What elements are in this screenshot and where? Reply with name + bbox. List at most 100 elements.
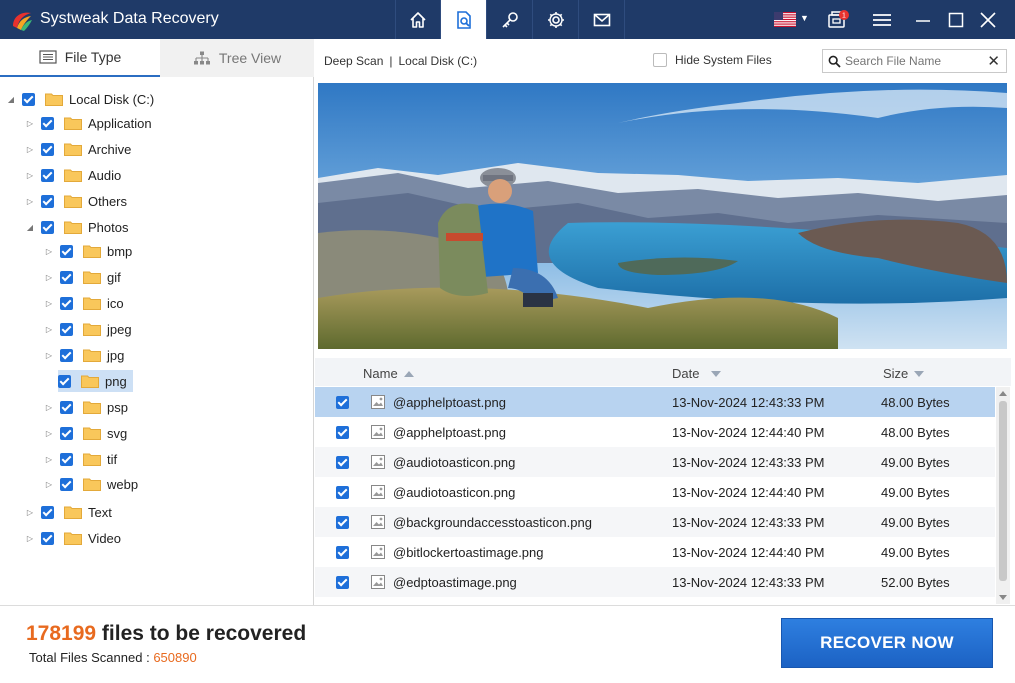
collapse-arrow-icon[interactable]: ◢	[6, 95, 16, 104]
row-checkbox[interactable]	[336, 516, 349, 529]
table-row[interactable]: @backgroundaccesstoasticon.png 13-Nov-20…	[315, 507, 995, 537]
checkbox[interactable]	[41, 220, 54, 234]
scroll-down-icon[interactable]	[999, 595, 1007, 600]
close-icon[interactable]	[977, 9, 999, 31]
expand-arrow-icon[interactable]: ▷	[25, 534, 35, 543]
checkbox[interactable]	[41, 531, 54, 545]
tree-label: Application	[88, 115, 152, 131]
expand-arrow-icon[interactable]: ▷	[44, 403, 54, 412]
table-row[interactable]: @apphelptoast.png 13-Nov-2024 12:44:40 P…	[315, 417, 995, 447]
tree-node-bmp[interactable]: ▷ bmp	[44, 240, 132, 262]
row-checkbox[interactable]	[336, 546, 349, 559]
hide-system-files-toggle[interactable]: Hide System Files	[653, 53, 772, 67]
minimize-icon[interactable]	[912, 9, 934, 31]
clear-search-icon[interactable]: ✕	[987, 52, 1000, 70]
maximize-icon[interactable]	[945, 9, 967, 31]
tree-node-jpeg[interactable]: ▷ jpeg	[44, 318, 132, 340]
tree-node-photos[interactable]: ◢ Photos	[25, 216, 129, 238]
mail-button[interactable]	[579, 0, 625, 39]
tab-tree-view[interactable]: Tree View	[160, 39, 314, 77]
search-input[interactable]	[845, 54, 985, 68]
checkbox[interactable]	[41, 168, 54, 182]
tree-node-video[interactable]: ▷ Video	[25, 527, 121, 549]
license-key-button[interactable]	[487, 0, 533, 39]
tree-node-text[interactable]: ▷ Text	[25, 501, 112, 523]
table-row[interactable]: @audiotoasticon.png 13-Nov-2024 12:43:33…	[315, 447, 995, 477]
checkbox[interactable]	[60, 244, 73, 258]
expand-arrow-icon[interactable]: ▷	[44, 273, 54, 282]
tree-node-svg[interactable]: ▷ svg	[44, 422, 127, 444]
sort-desc-icon[interactable]	[711, 370, 722, 377]
table-row[interactable]: @audiotoasticon.png 13-Nov-2024 12:44:40…	[315, 477, 995, 507]
file-list-scrollbar[interactable]	[996, 387, 1010, 604]
checkbox[interactable]	[60, 477, 73, 491]
row-checkbox[interactable]	[336, 456, 349, 469]
tree-node-png[interactable]: png	[58, 370, 133, 392]
tree-node-others[interactable]: ▷ Others	[25, 190, 127, 212]
scan-button[interactable]	[441, 0, 487, 39]
expand-arrow-icon[interactable]: ▷	[25, 145, 35, 154]
row-checkbox[interactable]	[336, 426, 349, 439]
tree-node-archive[interactable]: ▷ Archive	[25, 138, 131, 160]
collapse-arrow-icon[interactable]: ◢	[25, 223, 35, 232]
column-header-date[interactable]: Date	[672, 366, 722, 381]
row-checkbox[interactable]	[336, 576, 349, 589]
tree-node-application[interactable]: ▷ Application	[25, 112, 152, 134]
checkbox[interactable]	[41, 116, 54, 130]
expand-arrow-icon[interactable]: ▷	[44, 325, 54, 334]
file-size: 49.00 Bytes	[881, 545, 950, 560]
language-caret-icon[interactable]: ▼	[800, 13, 809, 23]
sort-asc-icon[interactable]	[403, 370, 414, 377]
table-row[interactable]: @edptoastimage.png 13-Nov-2024 12:43:33 …	[315, 567, 995, 597]
expand-arrow-icon[interactable]: ▷	[44, 351, 54, 360]
table-row[interactable]: @bitlockertoastimage.png 13-Nov-2024 12:…	[315, 537, 995, 567]
expand-arrow-icon[interactable]: ▷	[25, 197, 35, 206]
checkbox[interactable]	[60, 270, 73, 284]
scroll-up-icon[interactable]	[999, 391, 1007, 396]
tree-node-audio[interactable]: ▷ Audio	[25, 164, 121, 186]
tree-node-tif[interactable]: ▷ tif	[44, 448, 117, 470]
checkbox[interactable]	[60, 348, 73, 362]
recover-now-button[interactable]: RECOVER NOW	[781, 618, 993, 668]
column-header-name[interactable]: Name	[363, 366, 414, 381]
home-button[interactable]	[395, 0, 441, 39]
scrollbar-thumb[interactable]	[999, 401, 1007, 581]
checkbox[interactable]	[60, 426, 73, 440]
checkbox[interactable]	[22, 92, 35, 106]
expand-arrow-icon[interactable]: ▷	[44, 299, 54, 308]
hide-system-files-checkbox[interactable]	[653, 53, 667, 67]
tree-node-jpg[interactable]: ▷ jpg	[44, 344, 124, 366]
expand-arrow-icon[interactable]: ▷	[44, 455, 54, 464]
checkbox[interactable]	[60, 400, 73, 414]
tab-file-type[interactable]: File Type	[0, 39, 160, 77]
table-row[interactable]: @apphelptoast.png 13-Nov-2024 12:43:33 P…	[315, 387, 995, 417]
checkbox[interactable]	[41, 142, 54, 156]
checkbox[interactable]	[41, 505, 54, 519]
row-checkbox[interactable]	[336, 396, 349, 409]
us-flag-icon[interactable]	[774, 12, 796, 27]
expand-arrow-icon[interactable]: ▷	[25, 171, 35, 180]
expand-arrow-icon[interactable]: ▷	[25, 508, 35, 517]
tree-node-ico[interactable]: ▷ ico	[44, 292, 124, 314]
tree-node-webp[interactable]: ▷ webp	[44, 473, 138, 495]
tree-node-psp[interactable]: ▷ psp	[44, 396, 128, 418]
notifications-icon[interactable]: 1	[827, 9, 849, 31]
column-header-size[interactable]: Size	[883, 366, 925, 381]
checkbox[interactable]	[60, 452, 73, 466]
file-size: 52.00 Bytes	[881, 575, 950, 590]
tree-node-gif[interactable]: ▷ gif	[44, 266, 121, 288]
expand-arrow-icon[interactable]: ▷	[44, 480, 54, 489]
app-logo-icon	[13, 12, 32, 31]
expand-arrow-icon[interactable]: ▷	[25, 119, 35, 128]
sort-desc-icon[interactable]	[914, 370, 925, 377]
settings-button[interactable]	[533, 0, 579, 39]
tree-node-local-disk[interactable]: ◢ Local Disk (C:)	[6, 88, 154, 110]
checkbox[interactable]	[60, 296, 73, 310]
expand-arrow-icon[interactable]: ▷	[44, 429, 54, 438]
checkbox[interactable]	[41, 194, 54, 208]
checkbox[interactable]	[58, 374, 71, 388]
row-checkbox[interactable]	[336, 486, 349, 499]
expand-arrow-icon[interactable]: ▷	[44, 247, 54, 256]
menu-icon[interactable]	[871, 9, 893, 31]
checkbox[interactable]	[60, 322, 73, 336]
